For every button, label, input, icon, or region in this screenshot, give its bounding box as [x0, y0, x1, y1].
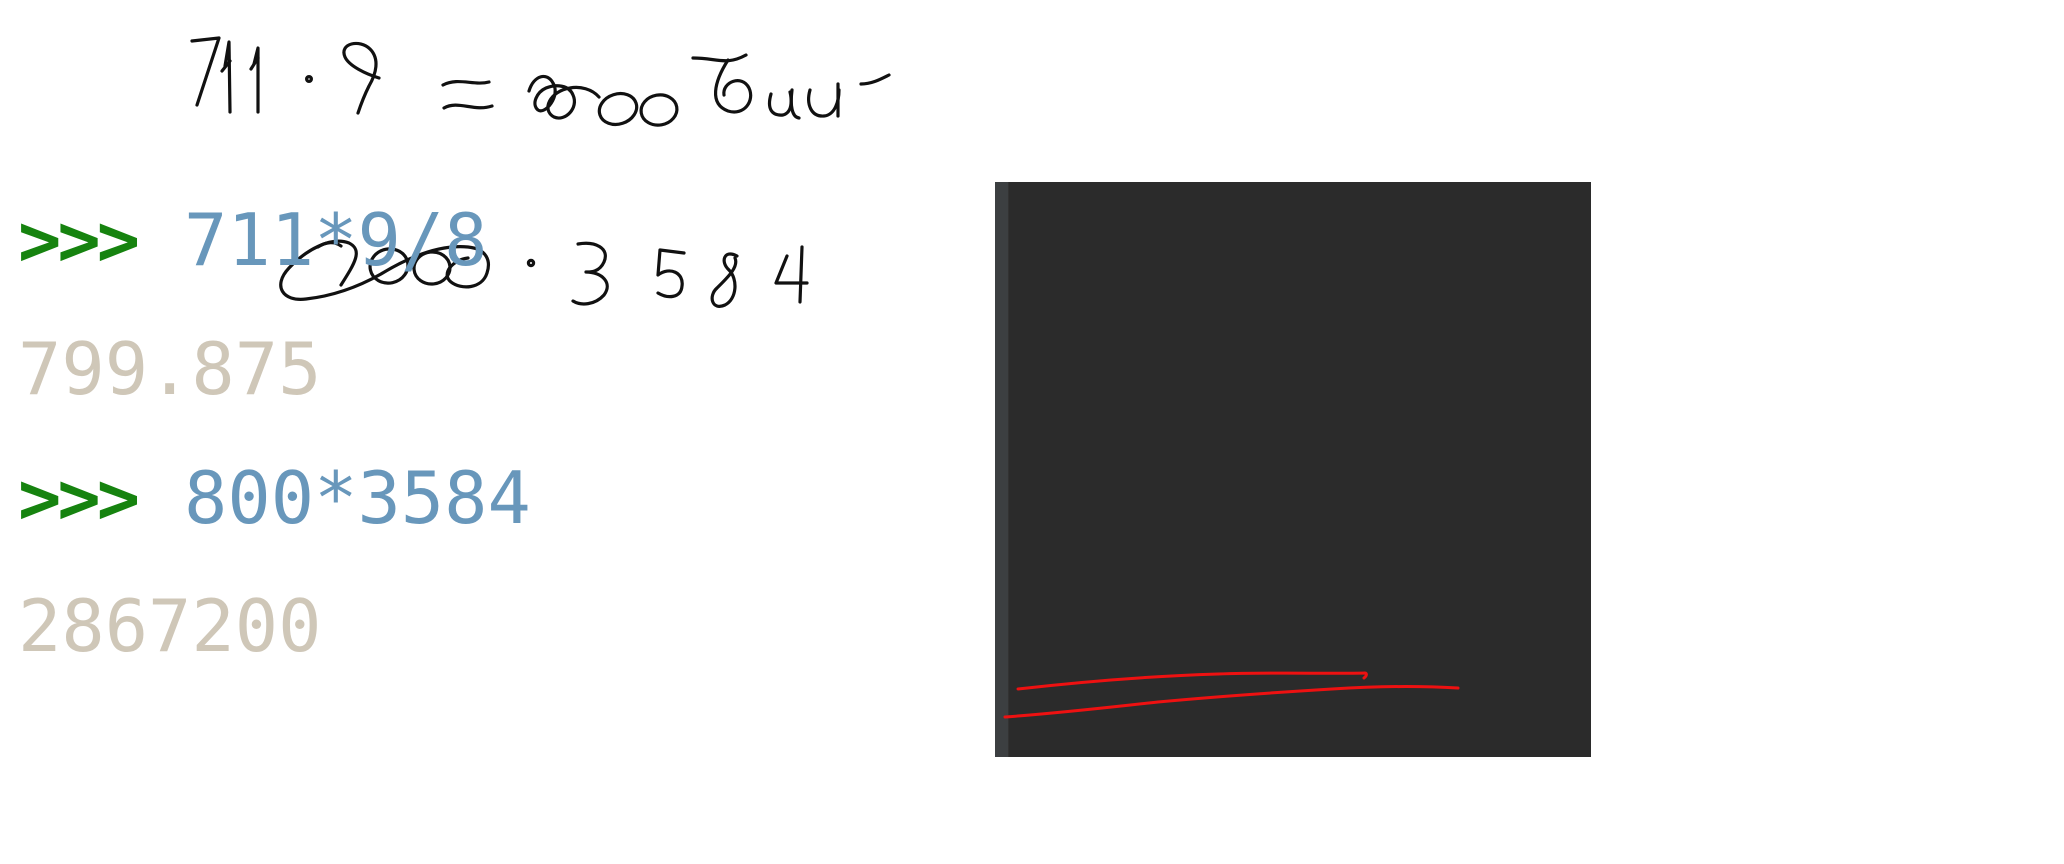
handwritten-equation-1 — [190, 36, 891, 127]
console-command-1: 711*9/8 — [184, 198, 488, 282]
console-gutter — [995, 182, 1009, 757]
console-command-2: 800*3584 — [184, 456, 531, 540]
console-prompt: >>> — [18, 456, 140, 540]
console-result-1: 799.875 — [18, 327, 322, 411]
whiteboard-canvas: >>> 711*9/8 799.875 >>> 800*3584 2867200 — [0, 0, 2064, 864]
console-input-line-2: >>> 800*3584 — [18, 455, 531, 541]
console-output-line-1: 799.875 — [18, 326, 321, 412]
console-prompt: >>> — [18, 198, 140, 282]
console-input-line-1: >>> 711*9/8 — [18, 197, 487, 283]
python-console-screenshot — [995, 182, 1591, 757]
console-output-line-2: 2867200 — [18, 583, 321, 669]
console-result-2: 2867200 — [18, 584, 322, 668]
